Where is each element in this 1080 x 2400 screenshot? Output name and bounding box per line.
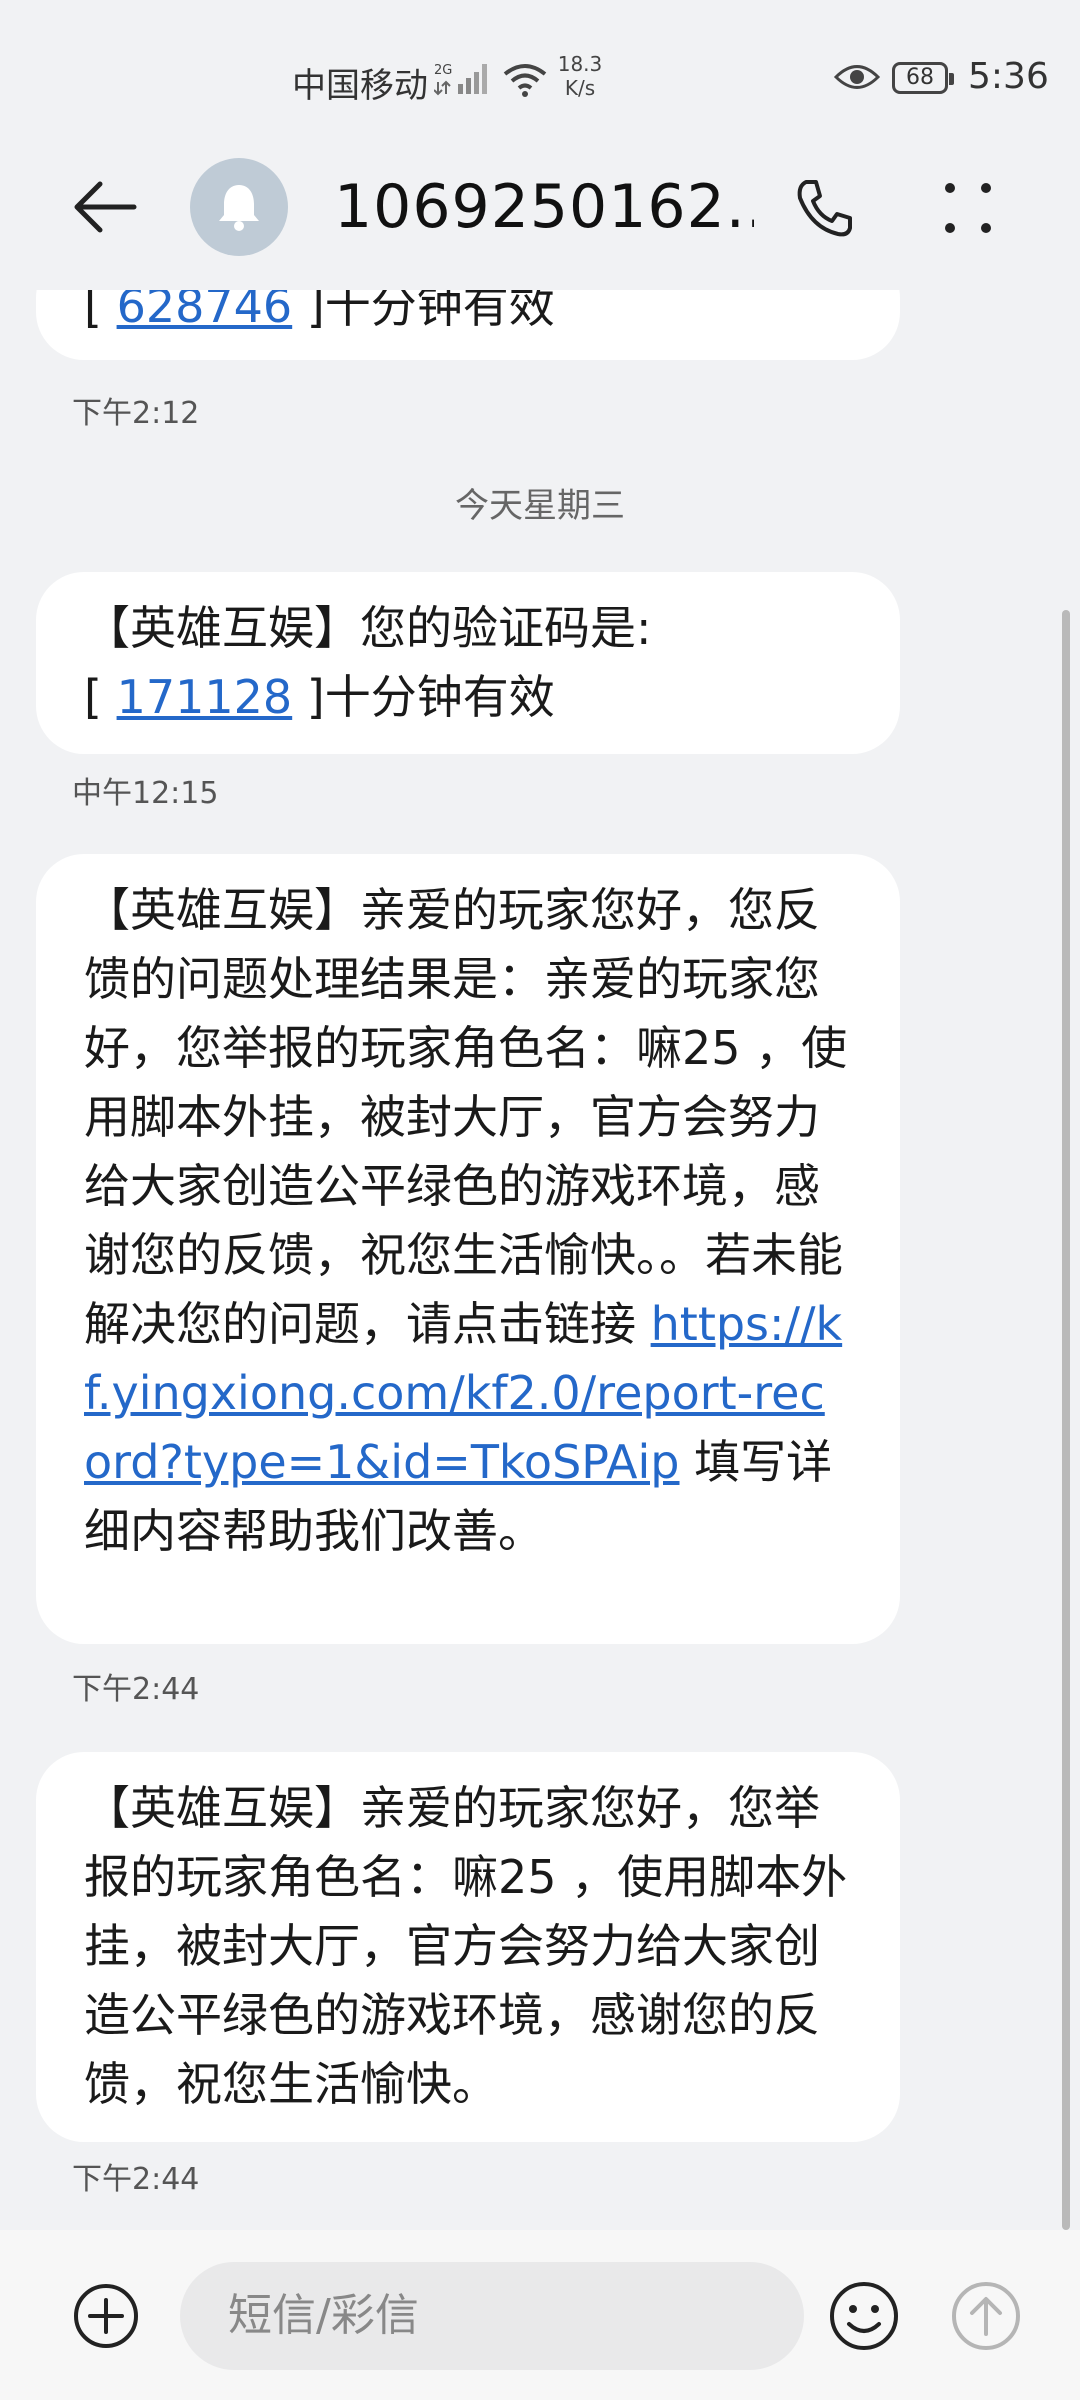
- battery-indicator: 68: [892, 62, 954, 94]
- phone-icon[interactable]: [792, 176, 856, 240]
- clock: 5:36: [968, 56, 1049, 97]
- message-timestamp: 下午2:44: [72, 1672, 200, 1707]
- message-list[interactable]: [ 628746 ]十分钟有效 下午2:12 今天星期三 【英雄互娱】您的验证码…: [0, 290, 1080, 2220]
- status-bar: 中国移动 2G 18.3 K/s 68 5:36: [0, 0, 1080, 150]
- scrollbar[interactable]: [1062, 610, 1070, 2230]
- verification-code-link[interactable]: 171128: [117, 670, 293, 724]
- date-separator: 今天星期三: [455, 486, 625, 526]
- message-timestamp: 下午2:44: [72, 2162, 200, 2197]
- message-bubble[interactable]: 【英雄互娱】亲爱的玩家您好，您举报的玩家角色名：嘛25 ，使用脚本外挂，被封大厅…: [36, 1752, 900, 2142]
- message-bubble[interactable]: 【英雄互娱】您的验证码是: [ 171128 ]十分钟有效: [36, 572, 900, 754]
- wifi-icon: [503, 64, 547, 97]
- network-speed: 18.3 K/s: [550, 52, 610, 100]
- message-text: 【英雄互娱】亲爱的玩家您好，您举报的玩家角色名：嘛25 ，使用脚本外挂，被封大厅…: [84, 1781, 848, 2111]
- eye-icon: [834, 65, 880, 89]
- speed-value: 18.3: [557, 52, 603, 76]
- bell-icon: [219, 185, 259, 231]
- network-type-label: 2G: [434, 63, 452, 78]
- message-timestamp: 中午12:15: [72, 776, 219, 811]
- message-text: 【英雄互娱】您的验证码是:: [84, 601, 652, 655]
- message-timestamp: 下午2:12: [72, 396, 200, 431]
- contact-name[interactable]: 1069250162...: [334, 172, 754, 242]
- avatar[interactable]: [190, 158, 288, 256]
- back-arrow-icon[interactable]: [70, 172, 140, 242]
- add-icon[interactable]: [72, 2282, 140, 2350]
- send-icon[interactable]: [950, 2280, 1022, 2352]
- speed-unit: K/s: [564, 76, 596, 100]
- emoji-icon[interactable]: [828, 2280, 900, 2352]
- message-bubble[interactable]: 【英雄互娱】亲爱的玩家您好，您反馈的问题处理结果是：亲爱的玩家您好，您举报的玩家…: [36, 854, 900, 1644]
- carrier-label: 中国移动: [292, 66, 428, 106]
- message-bubble[interactable]: [ 628746 ]十分钟有效: [36, 290, 900, 360]
- more-icon[interactable]: [938, 176, 998, 240]
- message-text: 【英雄互娱】亲爱的玩家您好，您反馈的问题处理结果是：亲爱的玩家您好，您举报的玩家…: [84, 883, 848, 1351]
- verification-code-link[interactable]: 628746: [117, 290, 293, 333]
- signal-icon: 2G: [434, 63, 487, 96]
- message-input[interactable]: 短信/彩信: [180, 2262, 804, 2370]
